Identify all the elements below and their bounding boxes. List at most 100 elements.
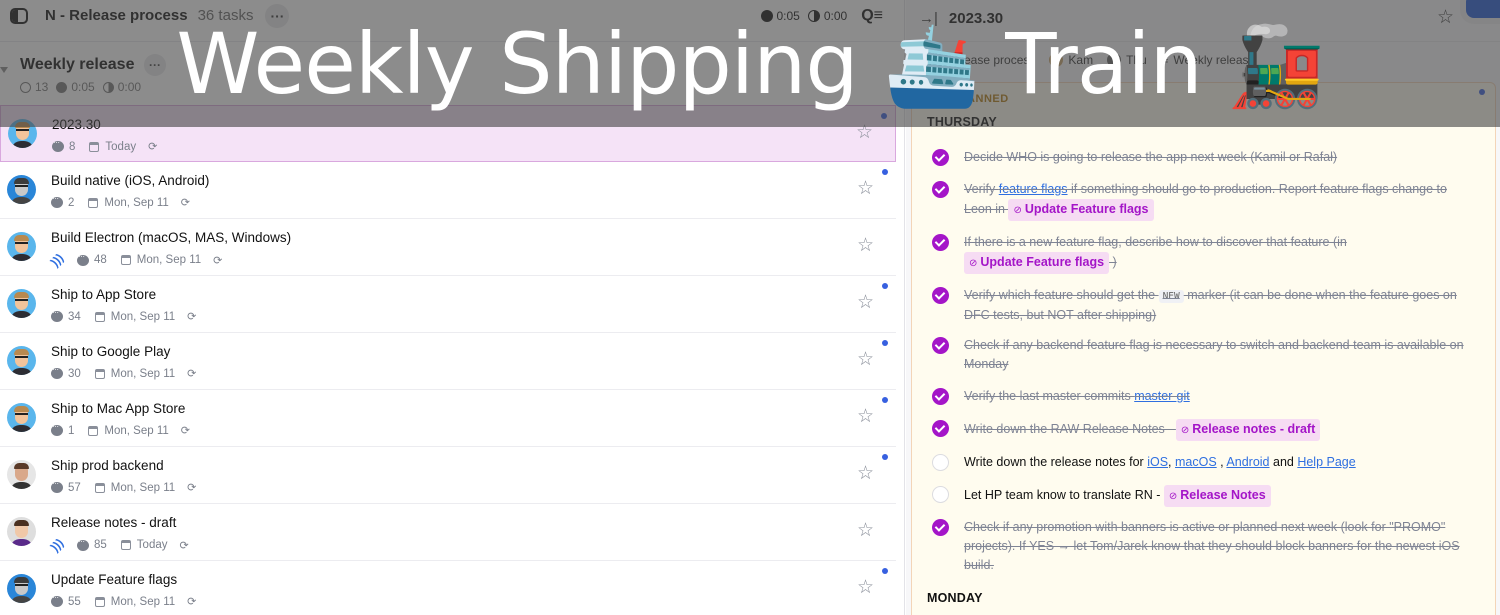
time-tracked-icon (56, 81, 68, 93)
day-heading-thursday: THURSDAY (927, 115, 997, 129)
comment-icon (51, 593, 63, 607)
task-mention[interactable]: ⊘ Update Feature flags (1008, 199, 1154, 221)
task-meta: 2 Mon, Sep 11 ⟳ (51, 194, 190, 209)
chip-section[interactable]: ≡ Weekly release (1161, 52, 1255, 67)
task-mention[interactable]: ⊘ Release Notes (1163, 485, 1271, 507)
star-icon[interactable]: ☆ (857, 179, 874, 198)
calendar-icon (94, 368, 105, 379)
comment-count: 2 (68, 196, 75, 209)
task-row[interactable]: 2023.30 8 Today ⟳ ☆ (0, 105, 896, 162)
checklist-item: If there is a new feature flag, describe… (932, 233, 1477, 274)
detail-header: →| 2023.30 ☆ (906, 0, 1500, 36)
task-row[interactable]: Build native (iOS, Android) 2 Mon, Sep 11 ⟳… (0, 162, 896, 219)
task-row[interactable]: Release notes - draft))) 85 Today ⟳ ☆ (0, 504, 896, 561)
checklist-item: Verify the last master commits master-gi… (932, 387, 1477, 406)
sidebar-toggle-icon[interactable] (10, 7, 28, 24)
mention-check-icon: ⊘ (1180, 425, 1190, 436)
due-date: Today (136, 539, 168, 551)
search-filter-icon[interactable]: Q≡ (861, 7, 883, 25)
calendar-icon (94, 596, 105, 607)
mention-check-icon: ⊘ (969, 258, 978, 269)
section-stack-icon: ≡ (1160, 52, 1169, 67)
star-icon[interactable]: ☆ (857, 350, 874, 369)
unread-dot (1479, 89, 1485, 95)
checkbox-checked[interactable] (932, 234, 949, 251)
macos-link[interactable]: macOS (1175, 455, 1217, 469)
checklist-item-text: Check if any promotion with banners is a… (964, 520, 1460, 572)
task-row[interactable]: Ship to Google Play 30 Mon, Sep 11 ⟳ ☆ (0, 333, 896, 390)
task-count: 36 tasks (197, 7, 254, 24)
checkbox-checked[interactable] (932, 149, 949, 166)
time-estimate-icon (807, 10, 820, 22)
collapse-panel-icon[interactable]: →| (919, 10, 938, 27)
chip-project-label: Release process (946, 52, 1036, 67)
comment-count: 34 (68, 310, 81, 323)
star-icon[interactable]: ☆ (857, 578, 874, 597)
task-list: 2023.308Today⟳☆Build native (iOS, Androi… (0, 105, 896, 615)
checkbox-checked[interactable] (932, 287, 949, 304)
checkbox-checked[interactable] (932, 181, 949, 198)
project-more-button[interactable]: ··· (265, 3, 290, 28)
task-row[interactable]: Ship to App Store 34 Mon, Sep 11 ⟳ ☆ (0, 276, 896, 333)
task-meta: 57 Mon, Sep 11 ⟳ (51, 479, 196, 494)
star-icon[interactable]: ☆ (857, 293, 874, 312)
star-icon[interactable]: ☆ (857, 521, 874, 540)
comment-icon (51, 365, 63, 379)
task-meta: 55 Mon, Sep 11 ⟳ (51, 593, 196, 608)
android-link[interactable]: Android (1226, 455, 1269, 469)
chip-due[interactable]: Thu (1107, 52, 1147, 67)
unread-dot (882, 283, 888, 289)
chip-assignee[interactable]: Kam (1049, 52, 1093, 67)
task-meta: ))) 48 Mon, Sep 11 ⟳ (47, 250, 223, 270)
star-icon[interactable]: ☆ (857, 464, 874, 483)
task-row[interactable]: Build Electron (macOS, MAS, Windows) ))) 4… (0, 219, 896, 276)
task-mention[interactable]: ⊘ Update Feature flags (964, 252, 1110, 274)
star-icon[interactable]: ☆ (856, 123, 873, 142)
ios-link[interactable]: iOS (1147, 455, 1168, 469)
task-title: Build Electron (macOS, MAS, Windows) (51, 230, 292, 245)
due-date: Mon, Sep 11 (104, 424, 169, 437)
checklist-item-text: If there is a new feature flag, describe… (964, 235, 1347, 249)
master-git-link[interactable]: master-git (1134, 389, 1190, 403)
separator: , (1216, 455, 1227, 469)
checkbox-checked[interactable] (932, 519, 949, 536)
collapse-caret-icon[interactable] (0, 67, 8, 73)
primary-action-button[interactable] (1466, 0, 1500, 18)
rss-feed-icon: ))) (47, 250, 67, 270)
star-icon[interactable]: ☆ (1437, 6, 1454, 29)
task-row[interactable]: Update Feature flags 55 Mon, Sep 11 ⟳ ☆ (0, 561, 896, 615)
task-meta: 34 Mon, Sep 11 ⟳ (51, 308, 196, 323)
mention-label: Release Notes (1180, 488, 1266, 502)
checkbox-checked[interactable] (932, 420, 949, 437)
checkbox-checked[interactable] (932, 388, 949, 405)
task-mention[interactable]: ⊘ Release notes - draft (1175, 419, 1321, 441)
task-row[interactable]: Ship prod backend 57 Mon, Sep 11 ⟳ ☆ (0, 447, 896, 504)
assignee-avatar (7, 517, 36, 546)
checkbox-unchecked[interactable] (932, 454, 949, 471)
task-title: Ship to Google Play (51, 344, 171, 359)
task-meta: 8 Today ⟳ (52, 138, 157, 153)
checklist-item: Write down the RAW Release Notes - ⊘ Rele… (932, 419, 1477, 441)
comment-count: 1 (68, 424, 75, 437)
note-status-label: PLANNED (952, 93, 1009, 105)
repeat-icon: ⟳ (179, 539, 189, 552)
comment-icon (51, 479, 63, 493)
task-row[interactable]: Ship to Mac App Store 1 Mon, Sep 11 ⟳ ☆ (0, 390, 896, 447)
unread-dot (881, 113, 887, 119)
task-title: Ship to Mac App Store (51, 401, 186, 416)
checklist-item-text: Verify which feature should get the (964, 288, 1159, 302)
mention-label: Release notes - draft (1192, 422, 1316, 436)
checkbox-checked[interactable] (932, 337, 949, 354)
feature-flags-link[interactable]: feature flags (999, 182, 1068, 196)
comment-count: 57 (68, 481, 81, 494)
star-icon[interactable]: ☆ (857, 407, 874, 426)
checkbox-unchecked[interactable] (932, 486, 949, 503)
due-date: Mon, Sep 11 (104, 196, 169, 209)
help-page-link[interactable]: Help Page (1297, 455, 1355, 469)
comment-icon (51, 308, 63, 322)
chip-project[interactable]: Release process (946, 53, 1035, 67)
section-more-button[interactable]: ··· (144, 54, 166, 76)
assignee-avatar (7, 403, 36, 432)
star-icon[interactable]: ☆ (857, 236, 874, 255)
section-header: Weekly release ··· 13 0:05 0:00 (0, 41, 905, 105)
